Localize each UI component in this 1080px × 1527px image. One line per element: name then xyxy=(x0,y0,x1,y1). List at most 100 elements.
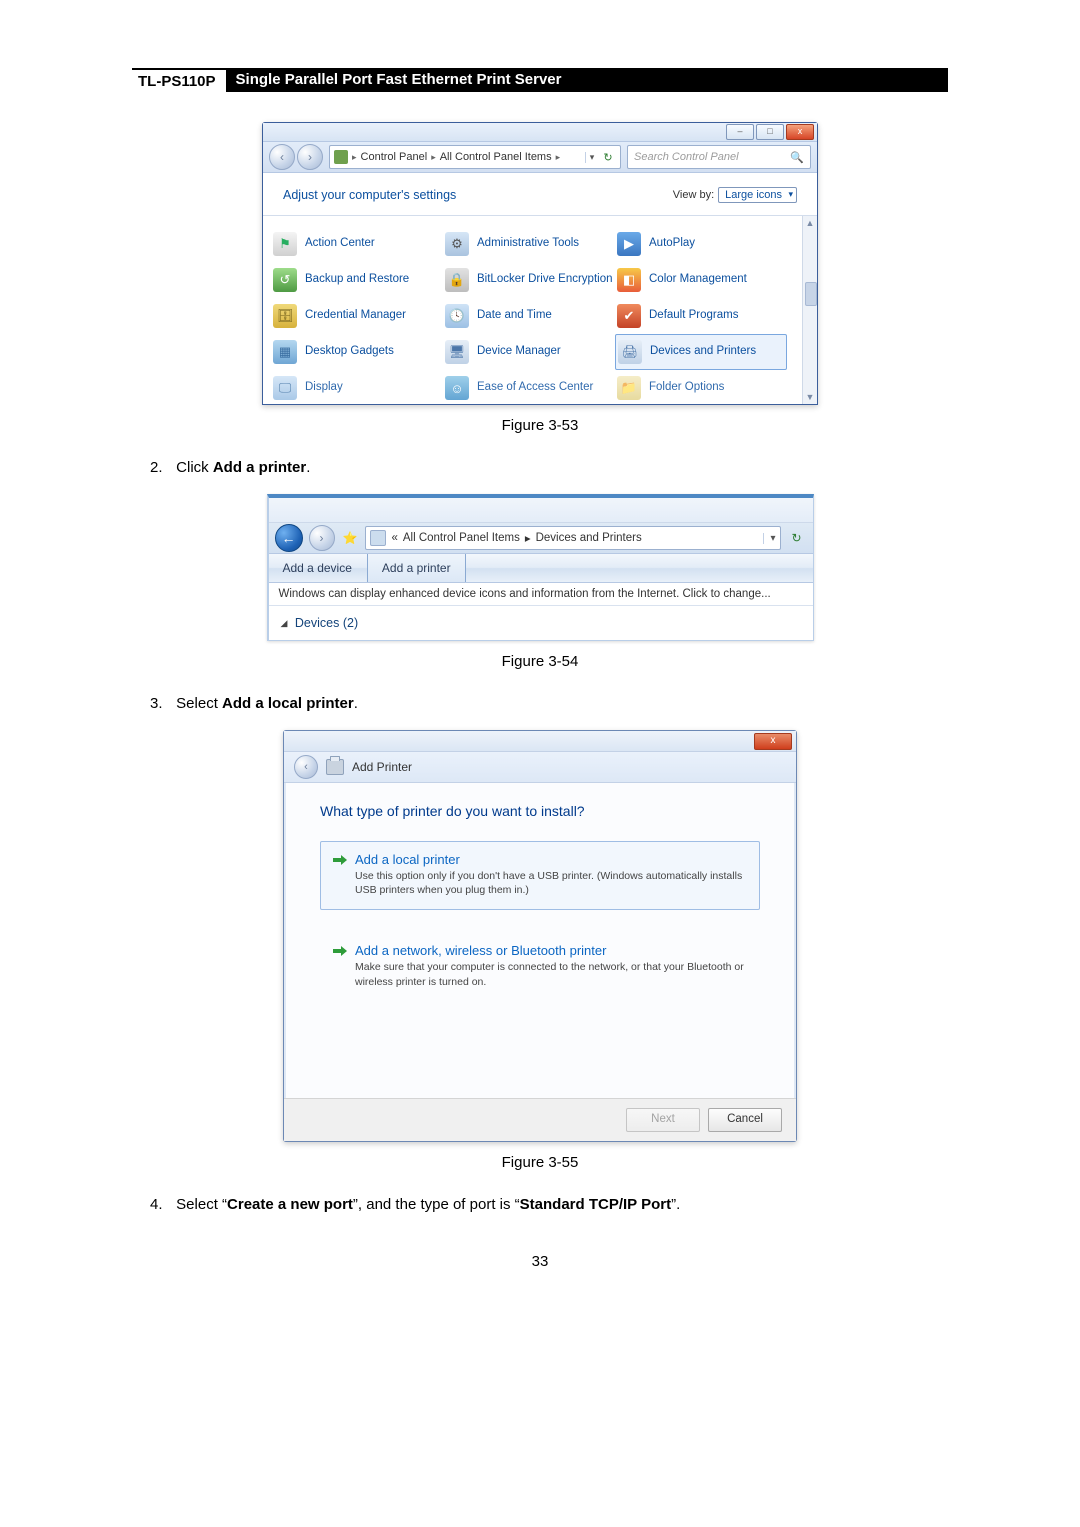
breadcrumb-all-items[interactable]: All Control Panel Items xyxy=(403,532,520,544)
cp-item-credential-mgr[interactable]: 🗄 Credential Manager xyxy=(271,298,443,334)
safe-icon: 🗄 xyxy=(273,304,297,328)
nav-back-button[interactable]: ‹ xyxy=(294,755,318,779)
step-text: ”. xyxy=(671,1196,680,1213)
cp-item-desktop-gadgets[interactable]: ▦ Desktop Gadgets xyxy=(271,334,443,370)
cp-item-label: Folder Options xyxy=(649,381,724,394)
favorites-icon[interactable]: ⭐ xyxy=(341,531,360,545)
next-button[interactable]: Next xyxy=(626,1108,700,1132)
cp-item-device-manager[interactable]: 🖥 Device Manager xyxy=(443,334,615,370)
cp-item-bitlocker[interactable]: 🔒 BitLocker Drive Encryption xyxy=(443,262,615,298)
cp-item-devices-printers[interactable]: 🖨 Devices and Printers xyxy=(615,334,787,370)
refresh-icon[interactable]: ↻ xyxy=(600,151,616,164)
window-titlebar[interactable]: x xyxy=(284,731,796,752)
refresh-icon[interactable]: ↻ xyxy=(787,531,807,545)
info-bar[interactable]: Windows can display enhanced device icon… xyxy=(269,583,813,606)
flag-icon: ⚑ xyxy=(273,232,297,256)
arrow-icon xyxy=(333,946,347,956)
scroll-up-icon[interactable]: ▲ xyxy=(803,216,817,230)
vertical-scrollbar[interactable]: ▲ ▼ xyxy=(802,216,817,404)
location-icon xyxy=(370,530,386,546)
option-add-local-printer[interactable]: Add a local printer Use this option only… xyxy=(320,841,760,910)
cp-item-autoplay[interactable]: ▶ AutoPlay xyxy=(615,226,787,262)
nav-forward-button[interactable]: › xyxy=(297,144,323,170)
tools-icon: ⚙ xyxy=(445,232,469,256)
clock-icon: 🕓 xyxy=(445,304,469,328)
add-device-button[interactable]: Add a device xyxy=(269,554,367,582)
cp-item-action-center[interactable]: ⚑ Action Center xyxy=(271,226,443,262)
cp-item-label: Date and Time xyxy=(477,309,552,322)
address-bar[interactable]: « All Control Panel Items ▸ Devices and … xyxy=(365,526,780,550)
search-icon[interactable]: 🔍 xyxy=(790,151,804,164)
scroll-down-icon[interactable]: ▼ xyxy=(803,390,817,404)
view-by-label: View by: xyxy=(673,189,714,201)
add-printer-button[interactable]: Add a printer xyxy=(367,554,466,582)
wizard-title: Add Printer xyxy=(352,760,412,774)
cp-item-date-time[interactable]: 🕓 Date and Time xyxy=(443,298,615,334)
window-gloss xyxy=(269,498,813,523)
close-button[interactable]: x xyxy=(786,124,814,140)
cp-item-label: Devices and Printers xyxy=(650,345,756,358)
doc-title: Single Parallel Port Fast Ethernet Print… xyxy=(226,68,948,92)
chevron-icon: ▸ xyxy=(525,531,531,545)
close-button[interactable]: x xyxy=(754,733,792,750)
cp-item-admin-tools[interactable]: ⚙ Administrative Tools xyxy=(443,226,615,262)
option-description: Make sure that your computer is connecte… xyxy=(333,960,747,988)
cp-item-label: AutoPlay xyxy=(649,237,695,250)
printer-icon: 🖨 xyxy=(618,340,642,364)
step-3: 3. Select Add a local printer. xyxy=(132,692,948,716)
color-icon: ◧ xyxy=(617,268,641,292)
control-panel-subheader: Adjust your computer's settings View by:… xyxy=(263,173,817,215)
cp-item-label: Action Center xyxy=(305,237,375,250)
figure-caption: Figure 3-53 xyxy=(132,417,948,434)
breadcrumb-devices-printers[interactable]: Devices and Printers xyxy=(536,532,642,544)
nav-forward-button[interactable]: › xyxy=(309,525,335,551)
scroll-track[interactable] xyxy=(803,230,817,390)
address-row: ← › ⭐ « All Control Panel Items ▸ Device… xyxy=(269,523,813,554)
cp-item-backup-restore[interactable]: ↺ Backup and Restore xyxy=(271,262,443,298)
cp-item-default-programs[interactable]: ✔ Default Programs xyxy=(615,298,787,334)
view-by-select[interactable]: Large icons xyxy=(718,187,797,203)
cp-item-color-mgmt[interactable]: ◧ Color Management xyxy=(615,262,787,298)
cp-item-label: Default Programs xyxy=(649,309,738,322)
cp-item-ease-of-access[interactable]: ☺ Ease of Access Center xyxy=(443,370,615,404)
cancel-button[interactable]: Cancel xyxy=(708,1108,782,1132)
figure-caption: Figure 3-55 xyxy=(132,1154,948,1171)
minimize-button[interactable]: – xyxy=(726,124,754,140)
toolbar: Add a device Add a printer xyxy=(269,554,813,583)
search-input[interactable]: Search Control Panel 🔍 xyxy=(627,145,811,169)
address-dropdown-icon[interactable]: ▾ xyxy=(585,152,598,163)
wizard-header: ‹ Add Printer xyxy=(284,752,796,783)
display-icon: 🖵 xyxy=(273,376,297,400)
nav-back-button[interactable]: ← xyxy=(275,524,303,552)
breadcrumb-control-panel[interactable]: Control Panel xyxy=(361,151,428,163)
lock-icon: 🔒 xyxy=(445,268,469,292)
cp-item-folder-options[interactable]: 📁 Folder Options xyxy=(615,370,787,404)
address-bar[interactable]: ▸ Control Panel ▸ All Control Panel Item… xyxy=(329,145,621,169)
wizard-footer: Next Cancel xyxy=(284,1098,796,1141)
figure-caption: Figure 3-54 xyxy=(132,653,948,670)
step-text: . xyxy=(354,695,358,712)
section-label: Devices (2) xyxy=(295,616,358,630)
step-bold: Add a local printer xyxy=(222,695,354,712)
scroll-thumb[interactable] xyxy=(805,282,817,306)
devices-printers-window: ← › ⭐ « All Control Panel Items ▸ Device… xyxy=(267,494,814,641)
address-dropdown-icon[interactable]: ▾ xyxy=(763,533,775,544)
printer-icon xyxy=(326,759,344,775)
step-text: ”, and the type of port is “ xyxy=(353,1196,520,1213)
window-titlebar[interactable]: – □ x xyxy=(263,123,817,142)
breadcrumb-all-items[interactable]: All Control Panel Items xyxy=(440,151,552,163)
option-description: Use this option only if you don't have a… xyxy=(333,869,747,897)
address-row: ‹ › ▸ Control Panel ▸ All Control Panel … xyxy=(263,142,817,173)
nav-back-button[interactable]: ‹ xyxy=(269,144,295,170)
option-add-network-printer[interactable]: Add a network, wireless or Bluetooth pri… xyxy=(320,932,760,1001)
gadgets-icon: ▦ xyxy=(273,340,297,364)
step-number: 4. xyxy=(150,1193,172,1217)
collapse-icon[interactable]: ◢ xyxy=(281,618,288,629)
cp-item-display[interactable]: 🖵 Display xyxy=(271,370,443,404)
control-panel-body: ⚑ Action Center ⚙ Administrative Tools ▶… xyxy=(263,215,817,404)
step-number: 2. xyxy=(150,456,172,480)
cp-item-label: Color Management xyxy=(649,273,747,286)
devices-section-header[interactable]: ◢ Devices (2) xyxy=(269,606,813,640)
wizard-question: What type of printer do you want to inst… xyxy=(320,803,760,819)
maximize-button[interactable]: □ xyxy=(756,124,784,140)
